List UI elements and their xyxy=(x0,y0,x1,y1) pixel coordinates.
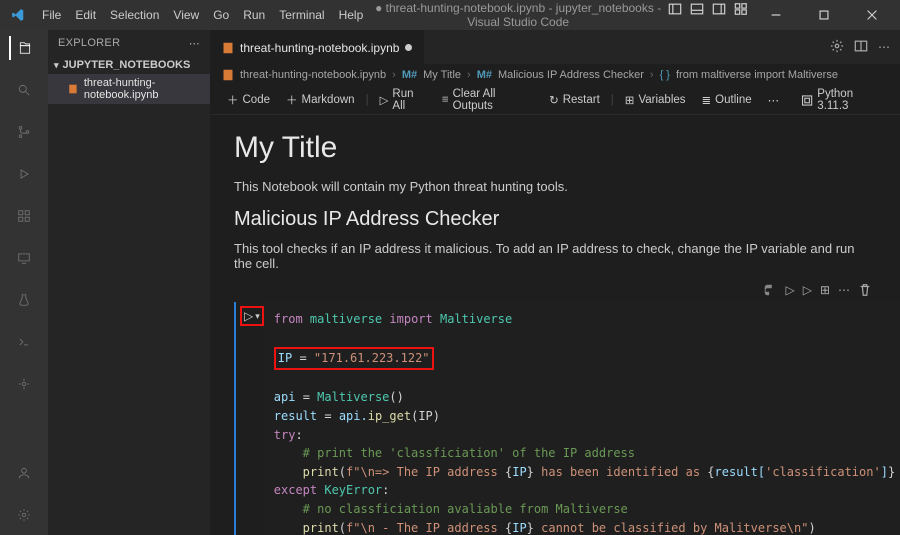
page-title: My Title xyxy=(234,131,876,165)
menu-selection[interactable]: Selection xyxy=(103,0,166,30)
menu-edit[interactable]: Edit xyxy=(68,0,103,30)
menu-bar: File Edit Selection View Go Run Terminal… xyxy=(35,0,370,30)
crumb-h2[interactable]: Malicious IP Address Checker xyxy=(498,69,644,81)
crumb-md-icon: M# xyxy=(402,69,417,81)
code-cell: ▷▾ [1] ⋯ from maltiverse import Maltiver… xyxy=(234,302,876,535)
cell-more-icon[interactable]: ⋯ xyxy=(838,283,850,300)
notebook-crumb-icon xyxy=(222,69,234,81)
menu-run[interactable]: Run xyxy=(236,0,272,30)
variables-button[interactable]: ⊞Variables xyxy=(620,91,691,109)
activity-bar xyxy=(0,30,48,535)
tab-more-icon[interactable]: ⋯ xyxy=(878,40,890,54)
cell-run-below-icon[interactable]: ▷ xyxy=(803,283,812,300)
markdown-text: This tool checks if an IP address it mal… xyxy=(234,241,876,271)
layout-customize-icon[interactable] xyxy=(732,0,750,18)
crumb-h1[interactable]: My Title xyxy=(423,69,461,81)
menu-go[interactable]: Go xyxy=(206,0,236,30)
section-heading: Malicious IP Address Checker xyxy=(234,208,876,231)
remote-icon[interactable] xyxy=(12,246,36,270)
cell-split-icon[interactable]: ⊞ xyxy=(820,283,830,300)
sidebar-title: EXPLORER xyxy=(58,37,120,49)
window-close-button[interactable] xyxy=(850,0,894,30)
cell-toolbar: ▷ ▷ ⊞ ⋯ xyxy=(234,281,876,302)
editor-area: threat-hunting-notebook.ipynb ⋯ threat-h… xyxy=(210,30,900,535)
layout-toggle-right-icon[interactable] xyxy=(710,0,728,18)
file-item[interactable]: threat-hunting-notebook.ipynb xyxy=(48,74,210,104)
search-icon[interactable] xyxy=(12,78,36,102)
terminal-panel-icon[interactable] xyxy=(12,330,36,354)
settings-gear-icon[interactable] xyxy=(12,503,36,527)
notebook-file-icon xyxy=(68,83,78,95)
folder-section[interactable]: ▾ JUPYTER_NOTEBOOKS xyxy=(48,56,210,74)
layout-toggle-bottom-icon[interactable] xyxy=(688,0,706,18)
menu-terminal[interactable]: Terminal xyxy=(272,0,331,30)
breadcrumb[interactable]: threat-hunting-notebook.ipynb › M# My Ti… xyxy=(210,64,900,86)
unsaved-dot-icon xyxy=(405,44,412,51)
crumb-code-icon: { } xyxy=(660,69,670,81)
clear-outputs-button[interactable]: ≡Clear All Outputs xyxy=(437,86,538,114)
menu-view[interactable]: View xyxy=(166,0,206,30)
sidebar: EXPLORER ⋯ ▾ JUPYTER_NOTEBOOKS threat-hu… xyxy=(48,30,210,535)
run-debug-icon[interactable] xyxy=(12,162,36,186)
code-editor[interactable]: from maltiverse import Maltiverse IP = "… xyxy=(264,302,900,535)
split-editor-icon[interactable] xyxy=(854,39,868,56)
source-control-icon[interactable] xyxy=(12,120,36,144)
tab-settings-icon[interactable] xyxy=(830,39,844,56)
crumb-file[interactable]: threat-hunting-notebook.ipynb xyxy=(240,69,386,81)
vscode-logo-icon xyxy=(0,8,35,22)
notebook-toolbar: ＋Code ＋Markdown | ▷Run All ≡Clear All Ou… xyxy=(210,86,900,115)
folder-name: JUPYTER_NOTEBOOKS xyxy=(63,59,191,71)
layout-toggle-left-icon[interactable] xyxy=(666,0,684,18)
gitlens-icon[interactable] xyxy=(12,372,36,396)
cell-delete-icon[interactable] xyxy=(858,283,872,300)
testing-icon[interactable] xyxy=(12,288,36,312)
toolbar-more-icon[interactable]: ⋯ xyxy=(763,91,785,109)
menu-help[interactable]: Help xyxy=(332,0,371,30)
sidebar-more-icon[interactable]: ⋯ xyxy=(189,37,200,50)
window-minimize-button[interactable] xyxy=(754,0,798,30)
restart-button[interactable]: ↻Restart xyxy=(544,91,605,109)
crumb-code[interactable]: from maltiverse import Maltiverse xyxy=(676,69,838,81)
notebook-tab-icon xyxy=(222,42,234,54)
kernel-picker[interactable]: Python 3.11.3 xyxy=(796,86,888,114)
chevron-down-icon: ▾ xyxy=(54,60,59,71)
outline-button[interactable]: ≣Outline xyxy=(697,91,757,109)
tab-notebook[interactable]: threat-hunting-notebook.ipynb xyxy=(210,30,424,64)
add-markdown-button[interactable]: ＋Markdown xyxy=(281,90,360,110)
file-name: threat-hunting-notebook.ipynb xyxy=(84,77,204,101)
run-all-button[interactable]: ▷Run All xyxy=(375,86,431,114)
window-title: ● threat-hunting-notebook.ipynb - jupyte… xyxy=(370,1,666,29)
markdown-text: This Notebook will contain my Python thr… xyxy=(234,179,876,194)
window-maximize-button[interactable] xyxy=(802,0,846,30)
menu-file[interactable]: File xyxy=(35,0,68,30)
run-cell-button[interactable]: ▷▾ xyxy=(240,306,264,326)
add-code-button[interactable]: ＋Code xyxy=(222,90,275,110)
cell-python-icon[interactable] xyxy=(763,283,777,300)
tab-bar: threat-hunting-notebook.ipynb ⋯ xyxy=(210,30,900,64)
crumb-md-icon: M# xyxy=(477,69,492,81)
accounts-icon[interactable] xyxy=(12,461,36,485)
cell-run-icon[interactable]: ▷ xyxy=(785,283,794,300)
notebook-content[interactable]: My Title This Notebook will contain my P… xyxy=(210,115,900,535)
title-bar: File Edit Selection View Go Run Terminal… xyxy=(0,0,900,30)
explorer-icon[interactable] xyxy=(9,36,37,60)
tab-label: threat-hunting-notebook.ipynb xyxy=(240,41,399,55)
extensions-icon[interactable] xyxy=(12,204,36,228)
